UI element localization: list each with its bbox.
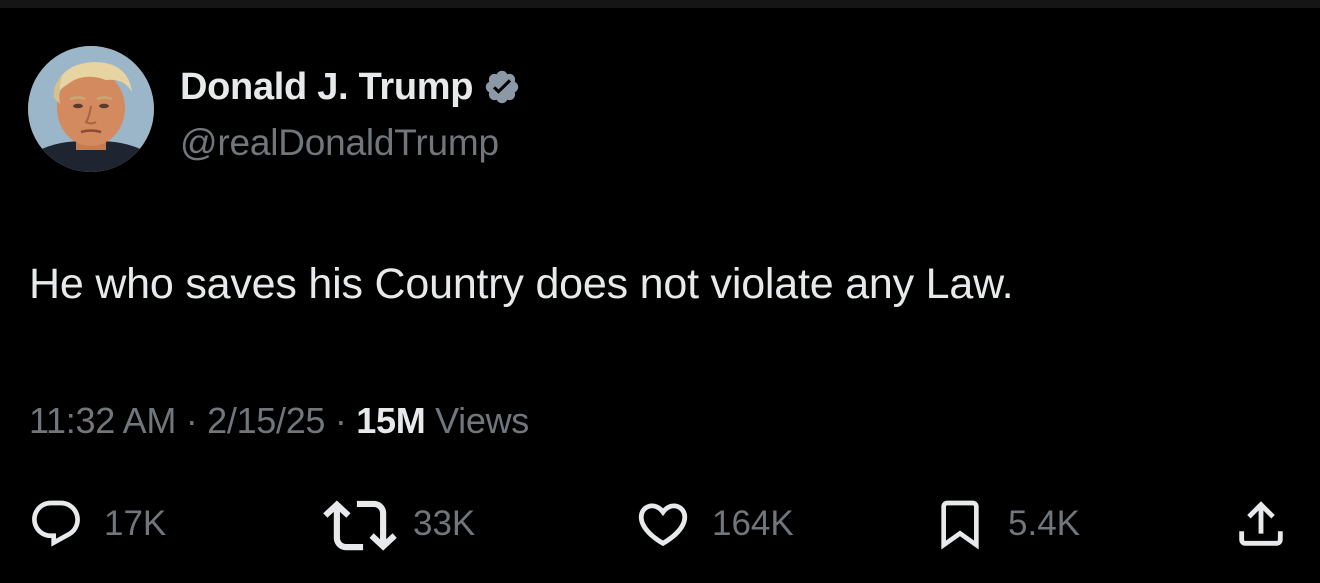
repost-count: 33K bbox=[413, 504, 476, 543]
views-count: 15M bbox=[356, 400, 426, 441]
repost-icon bbox=[323, 496, 397, 552]
repost-button[interactable]: 33K bbox=[323, 492, 475, 556]
share-button[interactable] bbox=[1232, 492, 1290, 556]
bookmark-icon bbox=[932, 494, 988, 554]
tweet-text: He who saves his Country does not violat… bbox=[29, 260, 1014, 308]
tweet-meta: 11:32 AM · 2/15/25 · 15M Views bbox=[29, 400, 529, 442]
tweet-time[interactable]: 11:32 AM bbox=[29, 400, 176, 441]
avatar[interactable] bbox=[28, 46, 154, 172]
author-name[interactable]: Donald J. Trump bbox=[180, 66, 474, 109]
author-handle[interactable]: @realDonaldTrump bbox=[180, 122, 499, 164]
meta-separator: · bbox=[334, 400, 357, 441]
reply-icon bbox=[28, 496, 84, 552]
share-icon bbox=[1232, 495, 1290, 553]
meta-separator: · bbox=[185, 400, 208, 441]
verified-badge-icon bbox=[483, 68, 521, 106]
bookmark-button[interactable]: 5.4K bbox=[932, 492, 1080, 556]
bookmark-count: 5.4K bbox=[1008, 504, 1080, 543]
tweet-date[interactable]: 2/15/25 bbox=[207, 400, 325, 441]
action-bar: 17K 33K 164K 5.4K bbox=[0, 492, 1320, 556]
tweet-card: Donald J. Trump @realDonaldTrump He who … bbox=[0, 0, 1320, 583]
views-label: Views bbox=[435, 400, 529, 441]
author-name-row: Donald J. Trump bbox=[180, 63, 521, 111]
heart-icon bbox=[634, 495, 692, 553]
like-button[interactable]: 164K bbox=[634, 492, 794, 556]
reply-button[interactable]: 17K bbox=[28, 492, 166, 556]
like-count: 164K bbox=[712, 504, 794, 543]
reply-count: 17K bbox=[104, 504, 167, 543]
